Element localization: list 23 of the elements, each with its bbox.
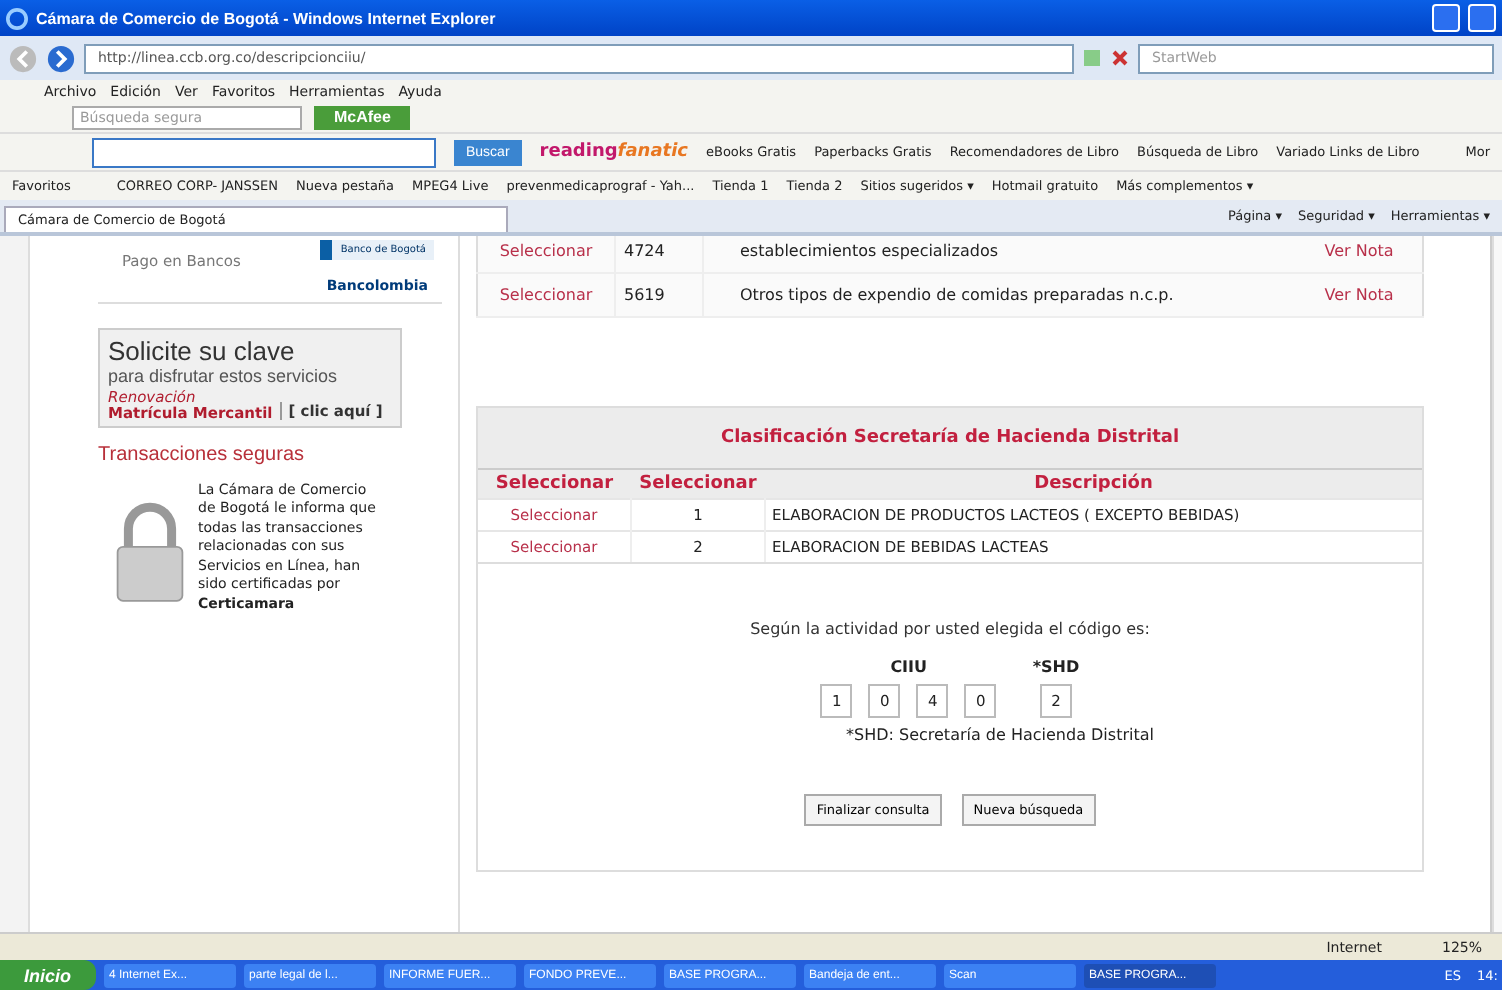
padlock-icon (114, 502, 186, 606)
window-title: Cámara de Comercio de Bogotá - Windows Internet Explorer (36, 9, 496, 27)
table-cell: establecimientos especializados (703, 236, 1296, 273)
column-header: Seleccionar (478, 469, 631, 499)
stop-icon[interactable] (1110, 48, 1130, 68)
section-heading: Transacciones seguras (98, 444, 307, 466)
restore-button[interactable] (1468, 4, 1496, 32)
minimize-button[interactable] (1432, 4, 1460, 32)
code-label: *SHD (1032, 658, 1080, 676)
footnote: *SHD: Secretaría de Hacienda Distrital (846, 726, 1154, 744)
toolbar-logo: readingfanatic (539, 142, 688, 162)
start-button[interactable]: Inicio (0, 960, 96, 990)
browser-icon (6, 7, 28, 29)
table-title: Clasificación Secretaría de Hacienda Distrital (478, 408, 1422, 468)
search-field[interactable] (92, 137, 436, 167)
code-label: CIIU (890, 658, 928, 676)
table-cell: 4724 (615, 236, 703, 273)
column-header: Seleccionar (631, 469, 765, 499)
column-header: Descripción (765, 469, 1422, 499)
table-cell: 5619 (615, 273, 703, 317)
forward-icon[interactable] (46, 43, 76, 73)
result-text: Según la actividad por usted elegida el código es: (750, 620, 1150, 638)
table-cell: Otros tipos de expendio de comidas preparadas n.c.p. (703, 273, 1296, 317)
